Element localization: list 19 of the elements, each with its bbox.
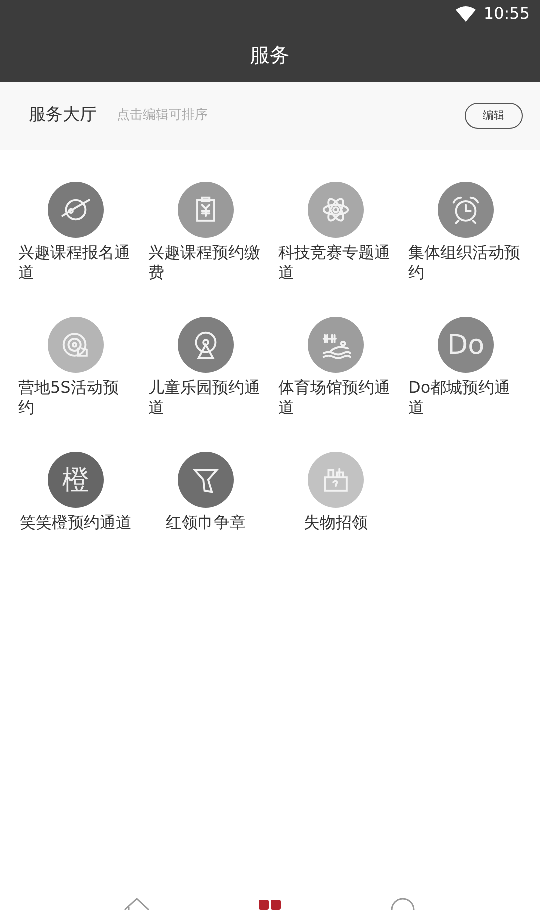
text-icon[interactable]: 橙 (48, 452, 104, 508)
wifi-icon (456, 6, 476, 22)
service-label[interactable]: 体育场馆预约通道 (278, 378, 394, 418)
service-label[interactable]: 失物招领 (304, 513, 368, 533)
service-label[interactable]: 笑笑橙预约通道 (20, 513, 132, 533)
home-icon[interactable] (122, 896, 151, 910)
service-label[interactable]: 红领巾争章 (166, 513, 246, 533)
service-label[interactable]: 儿童乐园预约通道 (148, 378, 264, 418)
edit-button[interactable]: 编辑 (465, 102, 523, 130)
service-label[interactable]: 集体组织活动预约 (408, 243, 524, 283)
section-title: 服务大厅 (29, 104, 97, 128)
page-title: 服务 (250, 42, 290, 69)
service-label[interactable]: 科技竞赛专题通道 (278, 243, 394, 283)
service-label[interactable]: 兴趣课程报名通道 (18, 243, 134, 283)
service-label[interactable]: 营地5S活动预约 (18, 378, 134, 418)
sort-hint: 点击编辑可排序 (117, 107, 208, 126)
clock-time: 10:55 (484, 3, 530, 25)
service-label[interactable]: 兴趣课程预约缴费 (148, 243, 264, 283)
service-label[interactable]: Do都城预约通道 (408, 378, 524, 418)
